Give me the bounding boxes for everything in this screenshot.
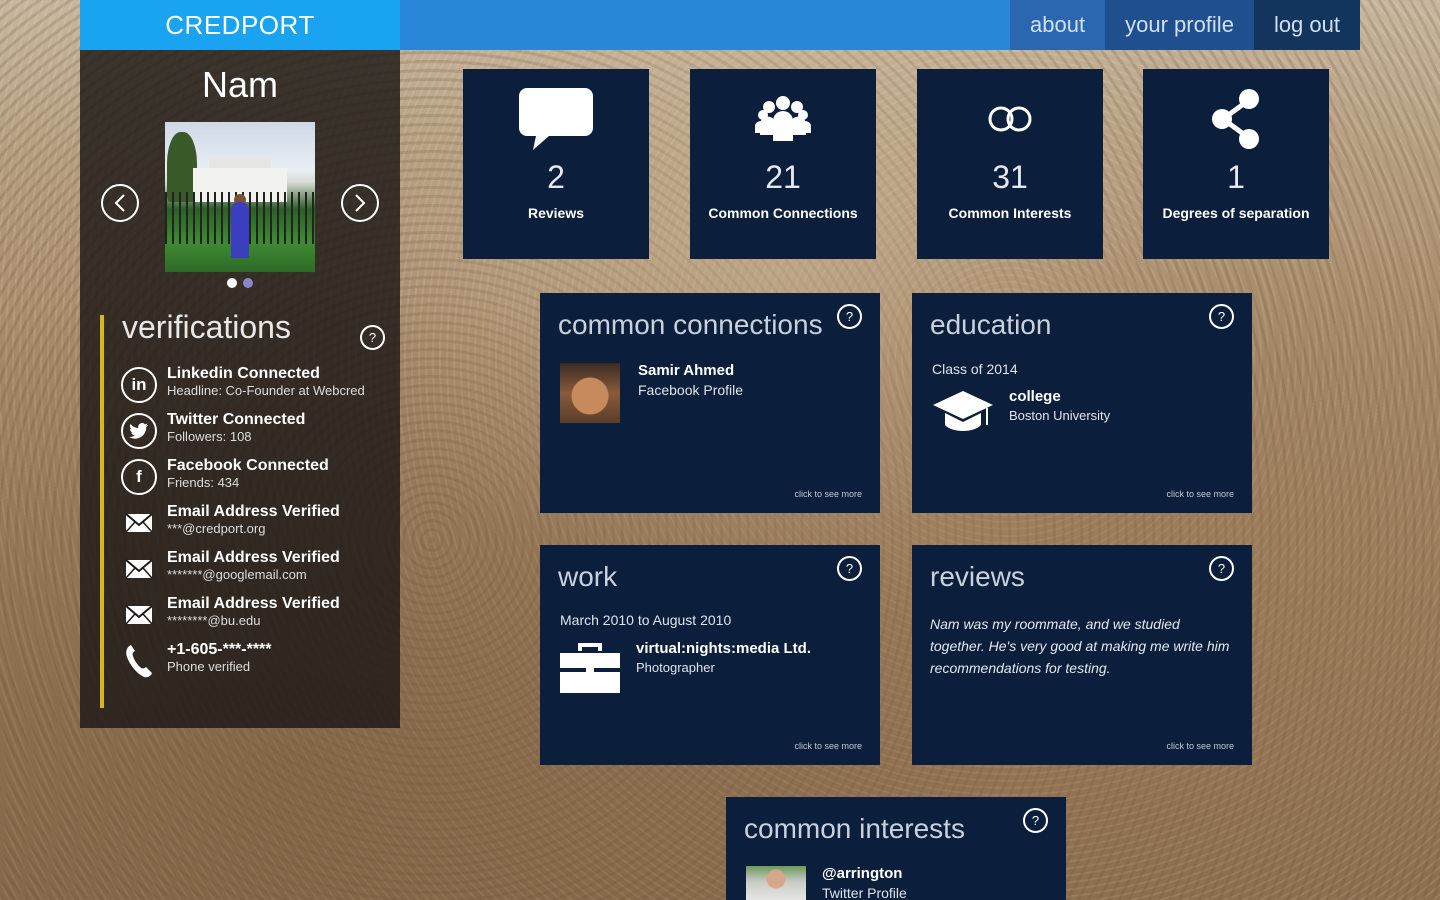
chevron-right-icon [355, 194, 366, 212]
stat-value: 21 [765, 159, 801, 195]
stat-value: 2 [547, 159, 565, 195]
facebook-icon: f [121, 459, 157, 495]
envelope-icon [121, 551, 157, 587]
education-help-button[interactable]: ? [1209, 304, 1234, 329]
work-company: virtual:nights:media Ltd. [636, 640, 812, 657]
card-title: common connections [558, 309, 823, 340]
verification-item: Email Address Verified ***@credport.org [121, 503, 391, 547]
verifications-title: verifications [122, 309, 291, 345]
connection-source: Facebook Profile [638, 382, 744, 398]
twitter-icon [121, 413, 157, 449]
profile-photo[interactable] [165, 122, 315, 272]
verification-item: f Facebook Connected Friends: 434 [121, 457, 391, 501]
speech-bubble-icon [463, 87, 649, 151]
education-class: Class of 2014 [932, 361, 1018, 377]
share-icon [1143, 87, 1329, 151]
verification-title: Twitter Connected [167, 411, 306, 428]
interest-source: Twitter Profile [822, 885, 907, 900]
verification-item: Email Address Verified ********@bu.edu [121, 595, 391, 639]
photo-dot-active[interactable] [227, 278, 237, 288]
interest-avatar[interactable] [746, 866, 806, 900]
stat-label: Common Interests [948, 205, 1072, 221]
photo-dot[interactable] [243, 278, 253, 288]
common-connections-card[interactable]: common connections ? Samir Ahmed Faceboo… [540, 293, 880, 513]
verification-detail: Headline: Co-Founder at Webcred [167, 383, 365, 398]
common-interests-card[interactable]: common interests ? @arrington Twitter Pr… [726, 797, 1066, 900]
verification-detail: ***@credport.org [167, 521, 266, 536]
see-more-link[interactable]: click to see more [1166, 489, 1234, 499]
envelope-icon [121, 505, 157, 541]
card-title: education [930, 309, 1052, 340]
reviews-card[interactable]: reviews ? Nam was my roommate, and we st… [912, 545, 1252, 765]
see-more-link[interactable]: click to see more [1166, 741, 1234, 751]
work-role: Photographer [636, 660, 715, 675]
interest-name[interactable]: @arrington [822, 864, 907, 884]
linkedin-icon: in [121, 367, 157, 403]
brand-logo[interactable]: CREDPORT [80, 0, 400, 50]
nav-about[interactable]: about [1010, 0, 1106, 50]
previous-photo-button[interactable] [101, 184, 139, 222]
verification-item: in Linkedin Connected Headline: Co-Founde… [121, 365, 391, 409]
verification-detail: Friends: 434 [167, 475, 240, 490]
nav-log-out[interactable]: log out [1253, 0, 1360, 50]
reviews-help-button[interactable]: ? [1209, 556, 1234, 581]
next-photo-button[interactable] [341, 184, 379, 222]
verification-detail: Phone verified [167, 659, 251, 674]
see-more-link[interactable]: click to see more [794, 741, 862, 751]
work-card[interactable]: work ? March 2010 to August 2010 virtual… [540, 545, 880, 765]
card-title: work [558, 561, 618, 592]
stat-tile-degrees-of-separation[interactable]: 1 Degrees of separation [1143, 69, 1329, 259]
profile-name: Nam [201, 64, 278, 105]
verification-detail: ********@bu.edu [167, 613, 261, 628]
stat-label: Degrees of separation [1162, 205, 1310, 221]
graduation-cap-icon [932, 389, 994, 440]
stat-label: Common Connections [708, 205, 858, 221]
top-bar: CREDPORT about your profile log out [80, 0, 1360, 50]
card-title: common interests [744, 813, 965, 844]
chevron-left-icon [114, 194, 125, 212]
rings-icon [917, 87, 1103, 151]
stat-tile-common-connections[interactable]: 21 Common Connections [690, 69, 876, 259]
envelope-icon [121, 597, 157, 633]
top-nav: about your profile log out [1010, 0, 1360, 50]
stat-label: Reviews [527, 205, 585, 221]
verification-title: Email Address Verified [167, 549, 340, 566]
education-level: college [1009, 388, 1061, 405]
education-school: Boston University [1009, 408, 1111, 423]
connection-avatar[interactable] [560, 363, 620, 423]
verification-title: Email Address Verified [167, 595, 340, 612]
nav-your-profile[interactable]: your profile [1105, 0, 1254, 50]
verification-detail: Followers: 108 [167, 429, 252, 444]
verification-title: Linkedin Connected [167, 365, 320, 382]
verification-item: Email Address Verified *******@googlemail… [121, 549, 391, 593]
verification-title: Facebook Connected [167, 457, 329, 474]
verification-detail: *******@googlemail.com [167, 567, 307, 582]
review-text: Nam was my roommate, and we studied toge… [930, 616, 1230, 676]
work-help-button[interactable]: ? [837, 556, 862, 581]
work-period: March 2010 to August 2010 [560, 612, 732, 628]
stat-tile-reviews[interactable]: 2 Reviews [463, 69, 649, 259]
see-more-link[interactable]: click to see more [794, 489, 862, 499]
common-interests-help-button[interactable]: ? [1023, 808, 1048, 833]
profile-sidebar: Nam verifications ? in Linkedin Connecte… [80, 50, 400, 728]
education-card[interactable]: education ? Class of 2014 college Boston… [912, 293, 1252, 513]
phone-icon [121, 643, 157, 679]
verification-item: Twitter Connected Followers: 108 [121, 411, 391, 455]
verification-title: +1-605-***-**** [167, 641, 272, 658]
stat-value: 1 [1227, 159, 1245, 195]
stat-value: 31 [992, 159, 1028, 195]
stat-tile-common-interests[interactable]: 31 Common Interests [917, 69, 1103, 259]
photo-pagination [227, 278, 253, 288]
verifications-help-button[interactable]: ? [360, 325, 385, 350]
group-icon [690, 87, 876, 151]
briefcase-icon [560, 641, 620, 698]
verification-item: +1-605-***-**** Phone verified [121, 641, 391, 685]
connection-name[interactable]: Samir Ahmed [638, 361, 743, 381]
verification-title: Email Address Verified [167, 503, 340, 520]
verifications-panel: verifications ? in Linkedin Connected Hea… [100, 309, 391, 708]
card-title: reviews [930, 561, 1025, 592]
common-connections-help-button[interactable]: ? [837, 304, 862, 329]
